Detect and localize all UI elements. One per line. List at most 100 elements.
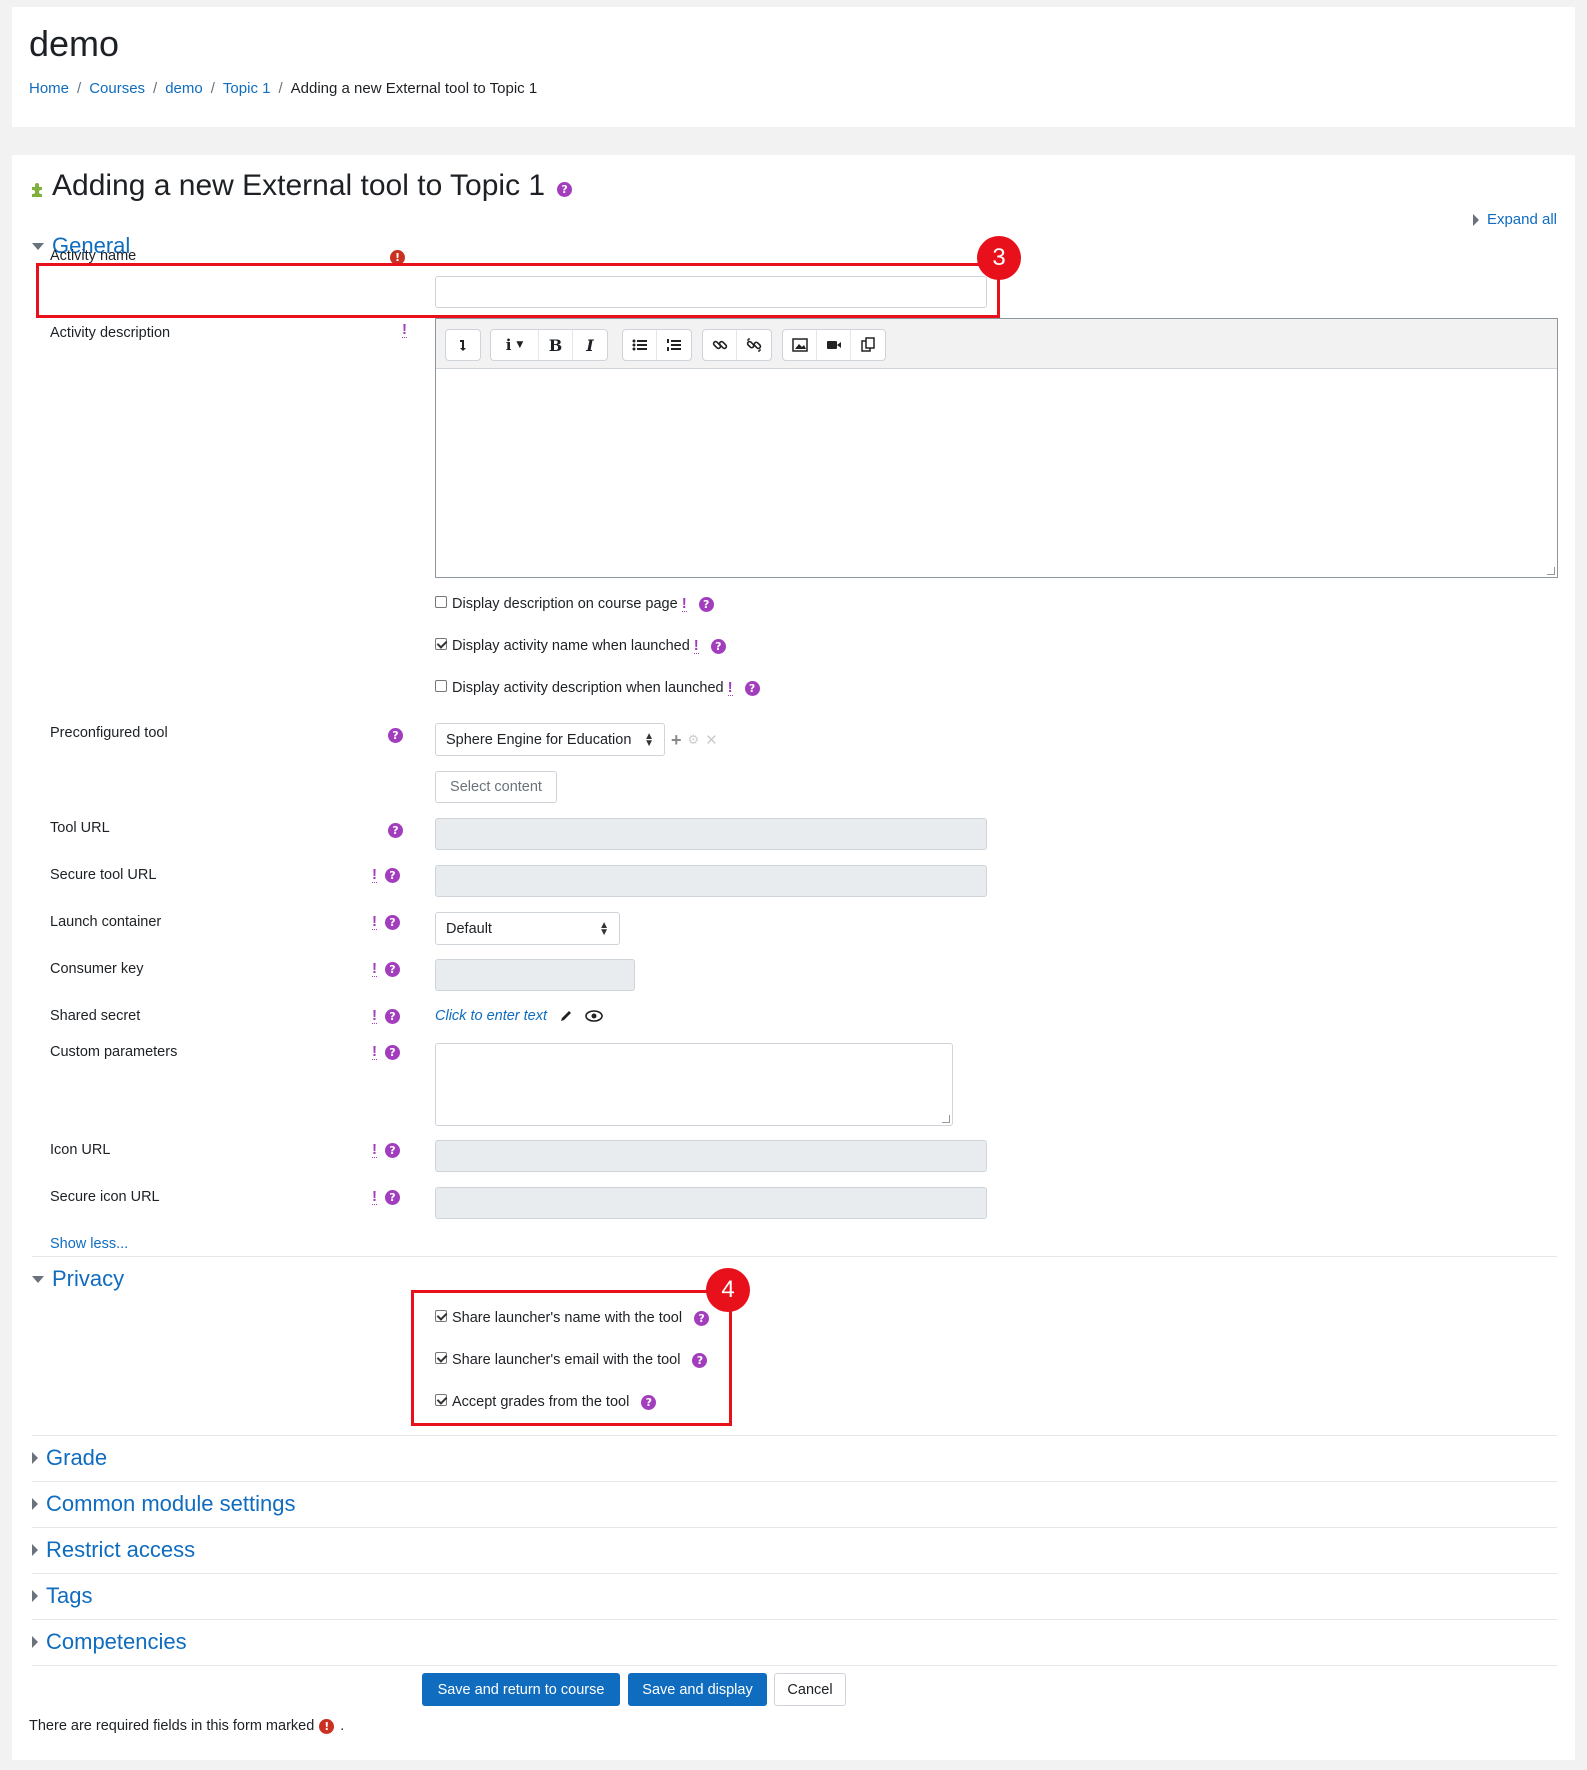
help-icon[interactable]: ? — [557, 181, 573, 197]
help-icon[interactable]: ? — [385, 868, 400, 883]
advanced-mark-icon: ! — [372, 866, 377, 883]
ordered-list-icon[interactable] — [657, 330, 691, 360]
shared-secret-field[interactable]: Click to enter text — [435, 1008, 603, 1024]
header-card: demo Home / Courses / demo / Topic 1 / A… — [12, 7, 1575, 127]
shared-secret-label: Shared secret — [50, 1008, 141, 1024]
advanced-mark-icon: ! — [402, 321, 407, 338]
launch-container-select[interactable]: Default ▲ ▼ — [435, 912, 620, 945]
section-divider — [32, 1481, 1557, 1482]
save-display-button[interactable]: Save and display — [628, 1673, 767, 1706]
display-description-launched-checkbox[interactable] — [435, 680, 447, 692]
custom-parameters-textarea[interactable] — [435, 1043, 953, 1126]
bold-icon[interactable]: B — [539, 330, 573, 360]
collapsed-arrow-icon — [1472, 213, 1479, 226]
help-icon[interactable]: ? — [385, 1190, 400, 1205]
annotation-badge-3: 3 — [977, 236, 1021, 280]
resize-handle[interactable] — [942, 1115, 950, 1123]
cancel-button[interactable]: Cancel — [774, 1673, 846, 1706]
breadcrumb-topic[interactable]: Topic 1 — [223, 80, 271, 97]
preconfigured-tool-select[interactable]: Sphere Engine for Education ▲ ▼ — [435, 723, 665, 756]
secure-tool-url-input — [435, 865, 987, 897]
advanced-mark-icon: ! — [372, 1141, 377, 1158]
advanced-mark-icon: ! — [681, 594, 687, 612]
resize-handle[interactable] — [1547, 567, 1555, 575]
breadcrumb-courses[interactable]: Courses — [89, 80, 145, 97]
help-icon[interactable]: ? — [385, 962, 400, 977]
required-icon: ! — [319, 1718, 335, 1734]
activity-name-label: Activity name — [50, 248, 137, 264]
select-updown-icon: ▲ ▼ — [599, 919, 609, 938]
section-competencies-toggle[interactable]: Competencies — [32, 1629, 187, 1655]
help-icon[interactable]: ? — [710, 638, 726, 654]
collapsed-arrow-icon — [32, 1544, 38, 1556]
required-note: There are required fields in this form m… — [29, 1718, 344, 1734]
help-icon[interactable]: ? — [388, 728, 403, 743]
annotation-box-4 — [411, 1290, 732, 1426]
breadcrumb-separator: / — [153, 80, 158, 97]
help-icon[interactable]: ? — [744, 680, 760, 696]
toolbar-group-collapse — [445, 329, 481, 361]
unlink-icon[interactable] — [737, 330, 771, 360]
eye-icon[interactable] — [585, 1010, 603, 1022]
section-divider — [32, 1665, 1557, 1666]
section-restrict-access-title: Restrict access — [46, 1537, 196, 1562]
activity-description-editor[interactable]: i ▼ B I — [435, 318, 1558, 578]
help-icon[interactable]: ? — [385, 1143, 400, 1158]
breadcrumb-demo[interactable]: demo — [165, 80, 203, 97]
display-description-checkbox-row[interactable]: Display description on course page ! ? — [435, 596, 714, 612]
shared-secret-edit-link[interactable]: Click to enter text — [435, 1008, 547, 1024]
help-icon[interactable]: ? — [385, 1009, 400, 1024]
course-title: demo — [29, 23, 120, 64]
display-description-launched-checkbox-row[interactable]: Display activity description when launch… — [435, 680, 760, 696]
launch-container-value: Default — [446, 920, 492, 937]
help-icon[interactable]: ? — [698, 596, 714, 612]
breadcrumb-current: Adding a new External tool to Topic 1 — [290, 80, 538, 97]
toolbar-group-lists — [622, 329, 692, 361]
select-updown-icon: ▲ ▼ — [644, 730, 654, 749]
show-less-link[interactable]: Show less... — [50, 1236, 128, 1252]
expand-all-link[interactable]: Expand all — [1472, 211, 1557, 228]
section-privacy-title: Privacy — [52, 1266, 125, 1291]
toolbar-group-media — [782, 329, 886, 361]
unordered-list-icon[interactable] — [623, 330, 657, 360]
link-icon[interactable] — [703, 330, 737, 360]
secure-icon-url-label: Secure icon URL — [50, 1189, 160, 1205]
help-icon[interactable]: ? — [385, 915, 400, 930]
display-description-checkbox[interactable] — [435, 596, 447, 608]
secure-icon-url-input — [435, 1187, 987, 1219]
launch-container-label: Launch container — [50, 914, 162, 930]
collapsed-arrow-icon — [32, 1636, 38, 1648]
breadcrumb-separator: / — [210, 80, 215, 97]
gear-icon: ⚙ — [687, 732, 700, 747]
display-name-launched-checkbox[interactable] — [435, 638, 447, 650]
image-icon[interactable] — [783, 330, 817, 360]
italic-icon[interactable]: I — [573, 330, 607, 360]
consumer-key-label: Consumer key — [50, 961, 144, 977]
save-return-button[interactable]: Save and return to course — [422, 1673, 620, 1706]
preconfigured-tool-value: Sphere Engine for Education — [446, 731, 632, 748]
help-icon[interactable]: ? — [385, 1045, 400, 1060]
advanced-mark-icon: ! — [372, 913, 377, 930]
section-common-module-toggle[interactable]: Common module settings — [32, 1491, 295, 1517]
section-common-module-title: Common module settings — [46, 1491, 296, 1516]
section-divider — [32, 1435, 1557, 1436]
display-name-launched-checkbox-row[interactable]: Display activity name when launched ! ? — [435, 638, 726, 654]
breadcrumb-home[interactable]: Home — [29, 80, 69, 97]
collapsed-arrow-icon — [32, 1452, 38, 1464]
help-icon[interactable]: ? — [388, 823, 403, 838]
advanced-mark-icon: ! — [372, 1007, 377, 1024]
select-content-button[interactable]: Select content — [435, 771, 557, 803]
section-restrict-access-toggle[interactable]: Restrict access — [32, 1537, 195, 1563]
info-style-icon[interactable]: i ▼ — [491, 330, 539, 360]
video-icon[interactable] — [817, 330, 851, 360]
section-grade-toggle[interactable]: Grade — [32, 1445, 107, 1471]
section-privacy-toggle[interactable]: Privacy — [32, 1266, 124, 1292]
close-icon: ✕ — [705, 732, 718, 749]
section-tags-toggle[interactable]: Tags — [32, 1583, 92, 1609]
add-icon[interactable]: + — [671, 731, 682, 749]
activity-description-label: Activity description — [50, 325, 171, 341]
secure-tool-url-label: Secure tool URL — [50, 867, 157, 883]
manage-files-icon[interactable] — [851, 330, 885, 360]
pencil-icon[interactable] — [559, 1009, 573, 1023]
collapse-icon[interactable] — [446, 330, 480, 360]
